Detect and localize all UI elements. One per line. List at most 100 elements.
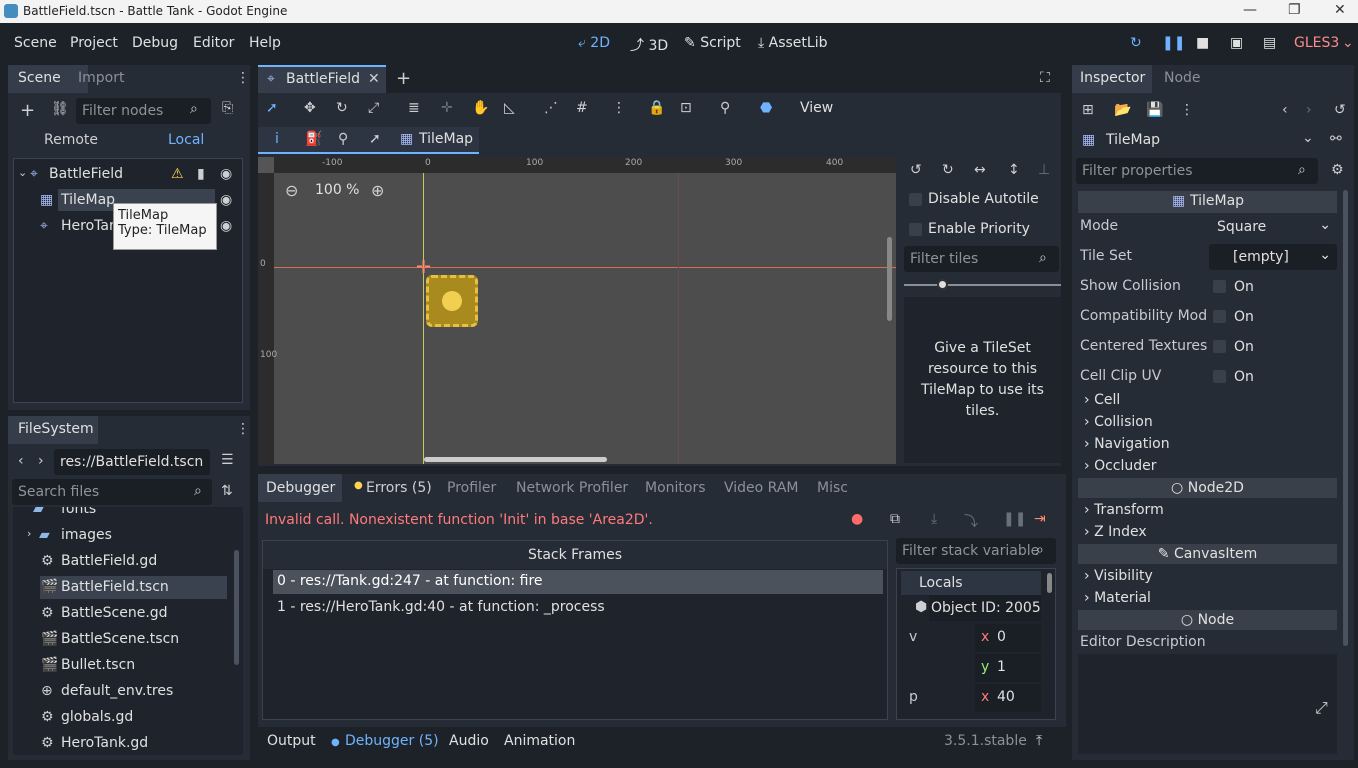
- search-files-input[interactable]: Search files: [12, 479, 212, 505]
- link-icon[interactable]: ⛓: [51, 101, 69, 117]
- forward-arrow-icon[interactable]: ›: [38, 453, 44, 469]
- stack-frame-row[interactable]: 0 - res://Tank.gd:247 - at function: fir…: [277, 573, 543, 589]
- horizontal-scrollbar[interactable]: [424, 457, 607, 462]
- record-icon[interactable]: ●: [851, 511, 863, 527]
- instance-scene-icon[interactable]: ⎘: [222, 100, 233, 116]
- workspace-assetlib-button[interactable]: ⤓ AssetLib: [758, 35, 827, 51]
- back-arrow-icon[interactable]: ‹: [18, 453, 24, 469]
- group-transform[interactable]: › Transform: [1084, 502, 1164, 518]
- menu-dots-icon[interactable]: ⋮: [236, 421, 250, 437]
- view-menu-button[interactable]: View: [800, 100, 833, 116]
- pan-tool-icon[interactable]: ✋: [472, 100, 489, 116]
- menu-dots-icon[interactable]: ⋮: [1180, 102, 1194, 118]
- eyedropper-icon[interactable]: ⚲: [338, 131, 348, 147]
- menu-help[interactable]: Help: [249, 35, 281, 51]
- tab-debugger-bottom[interactable]: Debugger (5): [345, 733, 439, 749]
- sort-icon[interactable]: ⇅: [221, 483, 233, 499]
- move-tool-icon[interactable]: ✥: [304, 100, 316, 116]
- add-node-icon[interactable]: +: [20, 100, 35, 121]
- tab-misc[interactable]: Misc: [817, 480, 848, 496]
- doc-help-icon[interactable]: ⚯: [1330, 131, 1342, 147]
- locals-scrollbar[interactable]: [1047, 573, 1052, 593]
- bone-icon[interactable]: ⚲: [720, 100, 730, 116]
- tile-size-slider[interactable]: [904, 284, 1061, 286]
- flip-vertical-icon[interactable]: ↕: [1008, 162, 1020, 178]
- bucket-fill-icon[interactable]: ⛽: [305, 131, 322, 147]
- script-icon[interactable]: ▮: [197, 166, 205, 182]
- file-item[interactable]: fonts: [61, 507, 96, 517]
- enable-priority-checkbox[interactable]: [909, 222, 930, 238]
- zoom-in-icon[interactable]: ⊕: [371, 181, 384, 200]
- history-icon[interactable]: ↺: [1334, 102, 1346, 118]
- var-x-field[interactable]: x 40: [975, 684, 1041, 712]
- copy-icon[interactable]: ⧉: [890, 511, 900, 527]
- file-item[interactable]: Bullet.tscn: [61, 657, 135, 673]
- maximize-button[interactable]: ❐: [1288, 2, 1301, 18]
- paint-icon[interactable]: ⅰ: [275, 131, 279, 147]
- tab-node[interactable]: Node: [1164, 70, 1201, 86]
- filter-properties-input[interactable]: Filter properties: [1076, 158, 1318, 184]
- select-tool-icon[interactable]: ➚: [266, 100, 278, 116]
- tree-item-battlefield[interactable]: BattleField: [49, 166, 123, 182]
- editor-description-textarea[interactable]: [1078, 654, 1337, 754]
- group-material[interactable]: › Material: [1084, 590, 1151, 606]
- open-folder-icon[interactable]: 📂: [1114, 102, 1131, 118]
- stack-frame-row[interactable]: 1 - res://HeroTank.gd:40 - at function: …: [277, 599, 605, 615]
- property-settings-icon[interactable]: ⚙: [1331, 162, 1344, 178]
- back-arrow-icon[interactable]: ‹: [1282, 102, 1288, 118]
- select-icon[interactable]: ➚: [369, 131, 381, 147]
- filter-stack-input[interactable]: Filter stack variable: [896, 538, 1056, 564]
- chevron-down-icon[interactable]: ⌄: [18, 166, 27, 179]
- new-resource-icon[interactable]: ⊞: [1082, 102, 1094, 118]
- tree-item-tilemap[interactable]: TileMap: [61, 192, 115, 208]
- play-custom-icon[interactable]: ▤: [1263, 35, 1276, 51]
- list-select-icon[interactable]: ≣: [408, 100, 420, 116]
- menu-project[interactable]: Project: [70, 35, 118, 51]
- tank-sprite[interactable]: [426, 275, 478, 327]
- file-item[interactable]: BattleScene.gd: [61, 605, 168, 621]
- workspace-2d-button[interactable]: ⤶ 2D: [578, 35, 610, 51]
- group-icon[interactable]: ⊡: [680, 100, 692, 116]
- workspace-script-button[interactable]: ✎ Script: [684, 35, 741, 51]
- grid-snap-icon[interactable]: #: [576, 100, 588, 116]
- reload-icon[interactable]: ↻: [1130, 35, 1142, 51]
- var-y-field[interactable]: y 1: [975, 654, 1041, 682]
- group-occluder[interactable]: › Occluder: [1084, 458, 1157, 474]
- rotate-left-icon[interactable]: ↺: [910, 162, 922, 178]
- visibility-eye-icon[interactable]: ◉: [220, 166, 232, 182]
- tab-video-ram[interactable]: Video RAM: [724, 480, 799, 496]
- pause-icon[interactable]: ❚❚: [1162, 35, 1185, 51]
- tab-inspector[interactable]: Inspector: [1080, 70, 1145, 86]
- rotate-tool-icon[interactable]: ↻: [336, 100, 348, 116]
- menu-debug[interactable]: Debug: [132, 35, 178, 51]
- filter-tiles-input[interactable]: Filter tiles: [904, 246, 1059, 272]
- menu-dots-icon[interactable]: ⋮: [236, 70, 250, 86]
- camera-icon[interactable]: ⬣: [760, 100, 772, 116]
- tab-output[interactable]: Output: [267, 733, 316, 749]
- close-window-button[interactable]: ✕: [1334, 2, 1346, 18]
- visibility-eye-icon[interactable]: ◉: [220, 218, 232, 234]
- visibility-eye-icon[interactable]: ◉: [220, 192, 232, 208]
- tab-filesystem[interactable]: FileSystem: [18, 421, 94, 437]
- group-collision[interactable]: › Collision: [1084, 414, 1153, 430]
- viewport-2d[interactable]: -100 0 100 200 300 400 0 100 ✛ ⊖ 100 % ⊕: [258, 157, 896, 464]
- close-icon[interactable]: ✕: [368, 71, 380, 87]
- prop-clip-uv-checkbox[interactable]: On: [1209, 364, 1337, 390]
- tab-profiler[interactable]: Profiler: [447, 480, 496, 496]
- vertical-scrollbar[interactable]: [887, 237, 892, 321]
- tab-debugger[interactable]: Debugger: [266, 480, 335, 496]
- rotate-right-icon[interactable]: ↻: [942, 162, 954, 178]
- renderer-label[interactable]: GLES3: [1294, 35, 1339, 51]
- file-item[interactable]: default_env.tres: [61, 683, 173, 699]
- menu-scene[interactable]: Scene: [14, 35, 57, 51]
- lock-icon[interactable]: 🔒: [648, 100, 665, 116]
- tab-scene[interactable]: Scene: [18, 70, 61, 86]
- group-navigation[interactable]: › Navigation: [1084, 436, 1170, 452]
- group-z-index[interactable]: › Z Index: [1084, 524, 1147, 540]
- remote-button[interactable]: Remote: [44, 132, 98, 148]
- zoom-out-icon[interactable]: ⊖: [285, 181, 298, 200]
- scale-tool-icon[interactable]: ⤢: [368, 100, 379, 116]
- chevron-right-icon[interactable]: ›: [27, 527, 31, 540]
- tab-animation[interactable]: Animation: [504, 733, 575, 749]
- tab-audio[interactable]: Audio: [449, 733, 489, 749]
